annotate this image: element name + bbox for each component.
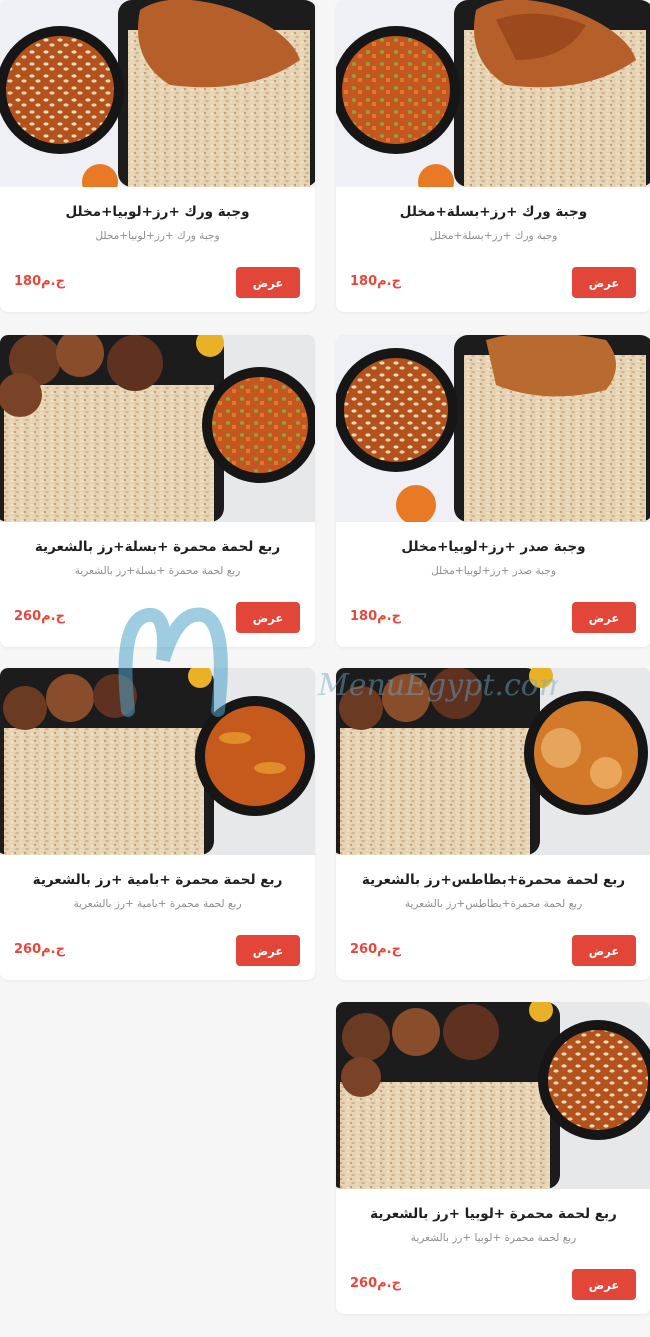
dish-title: ربع لحمة محمرة +بامية +رز بالشعرية: [32, 872, 283, 888]
dish-price: 260ج.م: [350, 1276, 401, 1291]
dish-photo: [0, 0, 315, 187]
dish-price: 260ج.م: [14, 609, 65, 624]
view-offer-button[interactable]: عرض: [236, 267, 300, 298]
dish-photo: [0, 335, 315, 522]
dish-title: وجبة ورك +رز+بسلة+مخلل: [399, 204, 588, 220]
view-offer-button[interactable]: عرض: [572, 1269, 636, 1300]
menu-card[interactable]: ربع لحمة محمرة +بسلة+رز بالشعرية ربع لحم…: [0, 335, 315, 647]
dish-description: وجبة ورك +رز+بسلة+مخلل: [429, 230, 558, 242]
dish-photo: [336, 1002, 650, 1189]
menu-card[interactable]: وجبة صدر +رز+لوبيا+مخلل وجبة صدر +رز+لوب…: [336, 335, 650, 647]
dish-description: ربع لحمة محمرة +بامية +رز بالشعرية: [73, 898, 242, 910]
dish-price: 180ج.م: [350, 609, 401, 624]
menu-grid: وجبة ورك +رز+بسلة+مخلل وجبة ورك +رز+بسلة…: [0, 0, 650, 1337]
menu-card[interactable]: وجبة ورك +رز+بسلة+مخلل وجبة ورك +رز+بسلة…: [336, 0, 650, 312]
dish-description: وجبة ورك +رز+لوبيا+مخلل: [95, 230, 220, 242]
menu-card[interactable]: وجبة ورك +رز+لوبيا+مخلل وجبة ورك +رز+لوب…: [0, 0, 315, 312]
menu-card[interactable]: ربع لحمة محمرة +لوبيا +رز بالشعرية ربع ل…: [336, 1002, 650, 1314]
dish-price: 180ج.م: [14, 274, 65, 289]
dish-title: ربع لحمة محمرة+بطاطس+رز بالشعرية: [361, 872, 626, 888]
view-offer-button[interactable]: عرض: [572, 267, 636, 298]
dish-photo: [336, 0, 650, 187]
dish-photo: [336, 668, 650, 855]
dish-price: 260ج.م: [350, 942, 401, 957]
menu-card[interactable]: ربع لحمة محمرة +بامية +رز بالشعرية ربع ل…: [0, 668, 315, 980]
dish-title: وجبة ورك +رز+لوبيا+مخلل: [65, 204, 250, 220]
view-offer-button[interactable]: عرض: [572, 935, 636, 966]
dish-title: ربع لحمة محمرة +بسلة+رز بالشعرية: [34, 539, 281, 555]
dish-title: ربع لحمة محمرة +لوبيا +رز بالشعرية: [370, 1206, 617, 1222]
dish-title: وجبة صدر +رز+لوبيا+مخلل: [401, 539, 586, 555]
dish-description: ربع لحمة محمرة +بسلة+رز بالشعرية: [74, 565, 241, 577]
view-offer-button[interactable]: عرض: [572, 602, 636, 633]
dish-price: 260ج.م: [14, 942, 65, 957]
dish-description: وجبة صدر +رز+لوبيا+مخلل: [431, 565, 556, 577]
dish-photo: [336, 335, 650, 522]
dish-photo: [0, 668, 315, 855]
dish-description: ربع لحمة محمرة+بطاطس+رز بالشعرية: [404, 898, 583, 910]
dish-price: 180ج.م: [350, 274, 401, 289]
dish-description: ربع لحمة محمرة +لوبيا +رز بالشعرية: [410, 1232, 577, 1244]
menu-card[interactable]: ربع لحمة محمرة+بطاطس+رز بالشعرية ربع لحم…: [336, 668, 650, 980]
view-offer-button[interactable]: عرض: [236, 935, 300, 966]
view-offer-button[interactable]: عرض: [236, 602, 300, 633]
